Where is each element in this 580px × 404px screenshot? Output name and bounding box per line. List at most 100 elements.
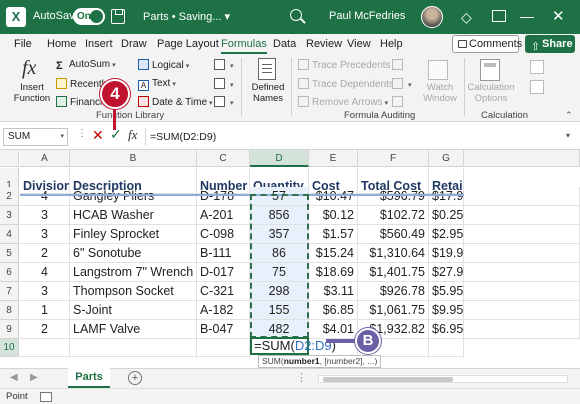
horizontal-scrollbar[interactable]: [318, 375, 568, 383]
tooltip-arg1[interactable]: number1: [284, 356, 320, 366]
cell-number[interactable]: D-017: [197, 263, 250, 282]
cell-total-cost[interactable]: $102.72: [358, 206, 429, 225]
watch-window-icon[interactable]: [428, 60, 448, 80]
ribbon-display-options-icon[interactable]: [492, 10, 506, 22]
function-tooltip[interactable]: SUM(number1, [number2], ...): [258, 355, 382, 368]
minimize-icon[interactable]: —: [520, 8, 534, 24]
formula-input[interactable]: =SUM(D2:D9): [145, 128, 565, 146]
sheet-options-icon[interactable]: ⋮: [296, 371, 307, 384]
share-button[interactable]: ⇧ Share: [525, 35, 575, 53]
cell-description[interactable]: S-Joint: [70, 301, 197, 320]
cell-number[interactable]: C-098: [197, 225, 250, 244]
cell-cost[interactable]: $0.12: [309, 206, 358, 225]
math-trig-button[interactable]: ▾: [214, 78, 234, 90]
row-header-7[interactable]: 7: [0, 282, 19, 301]
autosum-button[interactable]: Σ AutoSum ▾: [56, 59, 116, 72]
cell-division[interactable]: 4: [20, 263, 70, 282]
search-icon[interactable]: [290, 9, 302, 21]
tab-insert[interactable]: Insert: [85, 38, 113, 50]
cell-retail[interactable]: $27.95: [429, 263, 464, 282]
cell-number[interactable]: B-111: [197, 244, 250, 263]
tab-home[interactable]: Home: [47, 38, 76, 50]
cell-quantity[interactable]: 298: [250, 282, 309, 301]
column-header-c[interactable]: C: [197, 150, 250, 167]
defined-names-icon[interactable]: [258, 58, 276, 80]
cell-cost[interactable]: $4.01: [309, 320, 358, 339]
row-header-8[interactable]: 8: [0, 301, 19, 320]
cell-blank[interactable]: [464, 320, 580, 339]
tab-view[interactable]: View: [347, 38, 371, 50]
cell-retail[interactable]: $5.95: [429, 282, 464, 301]
active-cell-editor[interactable]: =SUM(D2:D9): [250, 337, 336, 355]
cell-number[interactable]: A-201: [197, 206, 250, 225]
user-name[interactable]: Paul McFedries: [329, 10, 405, 22]
row-header-4[interactable]: 4: [0, 225, 19, 244]
calculation-options-button[interactable]: Calculation Options: [466, 82, 516, 104]
cell-blank[interactable]: [464, 282, 580, 301]
more-options-icon[interactable]: ⋮: [77, 128, 87, 139]
cell-cost[interactable]: $6.85: [309, 301, 358, 320]
row-header-3[interactable]: 3: [0, 206, 19, 225]
autosave-toggle[interactable]: On: [73, 8, 105, 25]
cell-retail[interactable]: $17.95: [429, 187, 464, 206]
cell-quantity[interactable]: 856: [250, 206, 309, 225]
cell-number[interactable]: A-182: [197, 301, 250, 320]
logical-button[interactable]: Logical ▾: [138, 59, 189, 71]
trace-precedents-button[interactable]: Trace Precedents: [298, 59, 391, 71]
cell-blank[interactable]: [464, 187, 580, 206]
cell-total-cost[interactable]: $1,401.75: [358, 263, 429, 282]
cell-division[interactable]: 3: [20, 225, 70, 244]
cell-blank[interactable]: [197, 339, 250, 357]
expand-formula-bar-icon[interactable]: ▾: [566, 131, 570, 140]
cell-blank[interactable]: [464, 263, 580, 282]
cell-total-cost[interactable]: $1,061.75: [358, 301, 429, 320]
cell-cost[interactable]: $18.69: [309, 263, 358, 282]
insert-function-fx-icon[interactable]: fx: [128, 127, 137, 143]
tab-data[interactable]: Data: [273, 38, 296, 50]
cell-retail[interactable]: $6.95: [429, 320, 464, 339]
row-header-5[interactable]: 5: [0, 244, 19, 263]
cell-retail[interactable]: $2.95: [429, 225, 464, 244]
cell-total-cost[interactable]: $1,310.64: [358, 244, 429, 263]
calculate-sheet-icon[interactable]: [530, 80, 544, 94]
column-header-d[interactable]: D: [250, 150, 309, 167]
cell-blank[interactable]: [464, 225, 580, 244]
cell-quantity[interactable]: 75: [250, 263, 309, 282]
row-header-10[interactable]: 10: [0, 339, 19, 357]
cell-retail[interactable]: $0.25: [429, 206, 464, 225]
column-header-b[interactable]: B: [70, 150, 197, 167]
name-box[interactable]: SUM ▾: [3, 128, 68, 146]
add-sheet-icon[interactable]: +: [128, 371, 142, 385]
cell-retail[interactable]: $19.95: [429, 244, 464, 263]
tab-file[interactable]: File: [14, 38, 32, 50]
select-all-corner[interactable]: [0, 150, 19, 167]
text-button[interactable]: A Text ▾: [138, 78, 176, 91]
cell-quantity[interactable]: 57: [250, 187, 309, 206]
tab-draw[interactable]: Draw: [121, 38, 147, 50]
calculator-icon[interactable]: [480, 59, 500, 81]
watch-window-button[interactable]: Watch Window: [420, 82, 460, 104]
cell-cost[interactable]: $10.47: [309, 187, 358, 206]
sheet-tab-parts[interactable]: Parts: [68, 368, 110, 388]
evaluate-formula-button[interactable]: [392, 96, 406, 108]
worksheet-grid[interactable]: A B C D E F G 1 2 3 4 5 6 7 8 9 10 Division Description Num…: [0, 150, 580, 368]
column-header-a[interactable]: A: [20, 150, 70, 167]
cell-quantity[interactable]: 357: [250, 225, 309, 244]
cell-quantity[interactable]: 155: [250, 301, 309, 320]
cell-blank[interactable]: [464, 244, 580, 263]
close-icon[interactable]: ✕: [552, 7, 565, 25]
calculate-now-icon[interactable]: [530, 60, 544, 74]
cell-blank[interactable]: [20, 339, 70, 357]
column-header-f[interactable]: F: [358, 150, 429, 167]
cell-description[interactable]: Gangley Pliers: [70, 187, 197, 206]
tab-review[interactable]: Review: [306, 38, 342, 50]
cell-total-cost[interactable]: $560.49: [358, 225, 429, 244]
cell-description[interactable]: Finley Sprocket: [70, 225, 197, 244]
cell-division[interactable]: 3: [20, 206, 70, 225]
cell-number[interactable]: B-047: [197, 320, 250, 339]
tab-formulas[interactable]: Formulas: [221, 38, 267, 54]
defined-names-button[interactable]: Defined Names: [248, 82, 288, 104]
avatar[interactable]: [421, 6, 443, 28]
file-title[interactable]: Parts • Saving... ▾: [143, 10, 230, 23]
cell-division[interactable]: 1: [20, 301, 70, 320]
